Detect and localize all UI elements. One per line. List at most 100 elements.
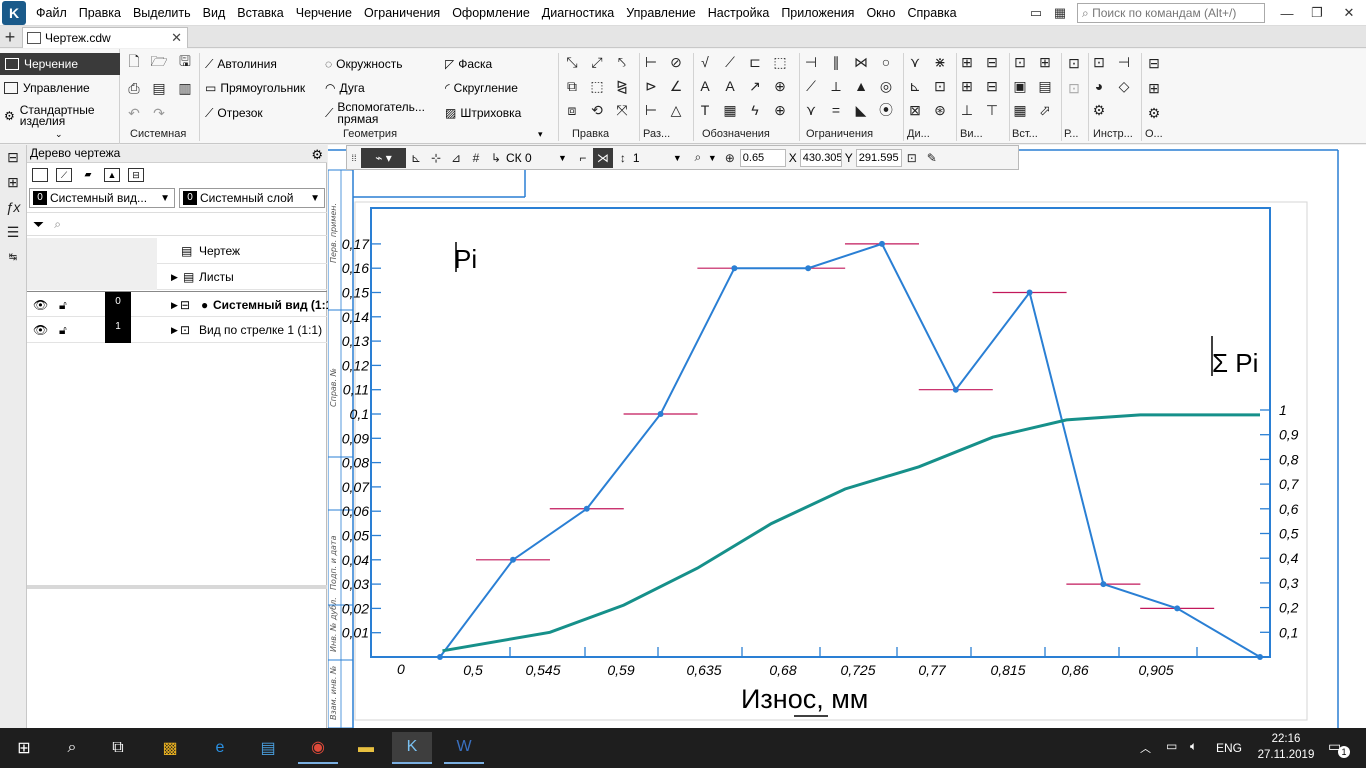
lock-icon[interactable]: 🔓︎: [59, 298, 67, 313]
command-search-input[interactable]: ⌕ Поиск по командам (Alt+/): [1077, 3, 1265, 23]
grid-icon[interactable]: #: [466, 148, 486, 168]
kompas-logo-icon[interactable]: K: [2, 0, 26, 25]
zoom-window-icon[interactable]: ⌕: [688, 148, 708, 168]
insert-fragment-icon[interactable]: ⊡: [1011, 53, 1029, 71]
vertical-constraint-icon[interactable]: ⟋: [802, 77, 820, 95]
scale-icon[interactable]: ⬚: [588, 77, 606, 95]
minimize-icon[interactable]: —: [1276, 3, 1298, 23]
tolerance-icon[interactable]: A: [721, 77, 739, 95]
geometry-dropdown-icon[interactable]: ▾: [538, 129, 543, 140]
angle-dim-icon[interactable]: ∠: [667, 77, 685, 95]
save-icon[interactable]: 🖫: [176, 53, 194, 72]
fix-icon[interactable]: ▲: [852, 77, 870, 95]
lightning-icon[interactable]: ϟ: [746, 101, 764, 119]
rectangle-button[interactable]: ▭ Прямоугольник: [205, 77, 305, 99]
center-mark-icon[interactable]: ⊕: [771, 101, 789, 119]
chevron-down-icon[interactable]: ▼: [558, 153, 567, 163]
perimeter-icon[interactable]: ⊛: [931, 101, 949, 119]
baseline-dim-icon[interactable]: ⊢: [642, 101, 660, 119]
aux-line-button[interactable]: ⟋ Вспомогатель... прямая: [325, 99, 432, 127]
no-icon[interactable]: ⊘: [667, 53, 685, 71]
menu-window[interactable]: Окно: [860, 0, 901, 26]
clock-time[interactable]: 22:16: [1256, 733, 1316, 745]
search-icon[interactable]: ⌕: [54, 217, 61, 232]
close-tab-icon[interactable]: ✕: [171, 30, 182, 46]
eye-icon[interactable]: 👁: [33, 298, 48, 312]
expand-chevron-icon[interactable]: ⌄: [55, 129, 63, 140]
stretch-icon[interactable]: ⤧: [613, 101, 631, 119]
menu-help[interactable]: Справка: [902, 0, 963, 26]
search-icon[interactable]: ⌕: [52, 732, 92, 764]
parameters-panel-icon[interactable]: ↹: [4, 248, 22, 266]
round-icon[interactable]: ⌐: [573, 148, 593, 168]
copy-icon[interactable]: ⧉: [563, 77, 581, 95]
mode-control[interactable]: Управление: [4, 77, 90, 99]
chevron-down-icon[interactable]: ▼: [708, 153, 717, 163]
menu-diagnostics[interactable]: Диагностика: [536, 0, 620, 26]
panel-splitter[interactable]: [27, 585, 327, 589]
axis-icon[interactable]: ⊕: [771, 77, 789, 95]
concentric-icon[interactable]: ◎: [877, 77, 895, 95]
new-doc-icon[interactable]: 🗋: [125, 53, 143, 72]
parallel-icon[interactable]: ∥: [827, 53, 845, 71]
snap-point-icon[interactable]: ⊹: [426, 148, 446, 168]
view-layout-icon[interactable]: ⊟: [983, 53, 1001, 71]
edge-browser-icon[interactable]: e: [200, 732, 240, 764]
y-coordinate-field[interactable]: 291.595: [855, 148, 902, 167]
tree-view-icon[interactable]: [32, 168, 48, 182]
tree-panel-icon[interactable]: ⊟: [4, 148, 22, 166]
linear-dim-icon[interactable]: ⊢: [642, 53, 660, 71]
battery-icon[interactable]: ▭: [1166, 739, 1177, 753]
layer-select[interactable]: 0 Системный слой ▼: [179, 188, 325, 208]
chevron-down-icon[interactable]: ▼: [673, 153, 682, 163]
panel-toggle-icon[interactable]: ▭: [1025, 3, 1047, 23]
fillet-button[interactable]: ◜ Скругление: [445, 77, 518, 99]
lock-icon[interactable]: 🔓︎: [59, 323, 67, 338]
task-view-icon[interactable]: ⧉: [98, 732, 138, 764]
insert-view-icon[interactable]: ⊞: [1036, 53, 1054, 71]
view-select[interactable]: 0 Системный вид... ▼: [29, 188, 175, 208]
symmetry-icon[interactable]: ⋎: [802, 101, 820, 119]
circle-button[interactable]: ◌ Окружность: [325, 53, 402, 75]
rubik-app-icon[interactable]: ▩: [150, 732, 190, 764]
measure-icon[interactable]: ⊾: [906, 77, 924, 95]
equal-icon[interactable]: =: [827, 101, 845, 119]
perpendicular-icon[interactable]: ⟂: [827, 77, 845, 95]
roughness-icon[interactable]: √: [696, 53, 714, 71]
undo-icon[interactable]: ↶: [125, 104, 143, 122]
panel-grid-icon[interactable]: ▦: [1049, 3, 1071, 23]
tree-row-drawing[interactable]: ▤ Чертеж: [27, 238, 327, 264]
expand-arrow-icon[interactable]: ▶: [171, 272, 178, 283]
restore-icon[interactable]: ❐: [1306, 3, 1328, 23]
menu-view[interactable]: Вид: [197, 0, 232, 26]
language-indicator[interactable]: ENG: [1216, 741, 1242, 755]
menu-apps[interactable]: Приложения: [775, 0, 860, 26]
insert-image-icon[interactable]: ▣: [1011, 77, 1029, 95]
new-tab-plus-icon[interactable]: +: [0, 26, 20, 48]
tree-row-arrow-view[interactable]: 👁 🔓︎ 1 ▶ ⊡ Вид по стрелке 1 (1:1): [27, 317, 327, 343]
menu-settings[interactable]: Настройка: [702, 0, 776, 26]
mirror-icon[interactable]: ⧎: [613, 77, 631, 95]
position-icon[interactable]: A: [696, 77, 714, 95]
mass-icon[interactable]: ⊡: [931, 77, 949, 95]
break-icon[interactable]: ⤣: [613, 53, 631, 71]
coordinate-system-value[interactable]: СК 0: [506, 151, 558, 165]
stamp-icon[interactable]: ⬚: [771, 53, 789, 71]
autoline-button[interactable]: ⟋ Автолиния: [205, 53, 277, 75]
leader-icon[interactable]: ⟋: [721, 53, 739, 71]
shape-icon[interactable]: ◇: [1115, 77, 1133, 95]
detail-view-icon[interactable]: ⊥: [958, 101, 976, 119]
arc-button[interactable]: ◠ Дуга: [325, 77, 365, 99]
zoom-field[interactable]: 0.65: [739, 148, 786, 167]
diag-icon[interactable]: ⋇: [931, 53, 949, 71]
tree-row-sheets[interactable]: ▶ ▤ Листы: [27, 264, 327, 290]
local-snap-icon[interactable]: ⊿: [446, 148, 466, 168]
expand-arrow-icon[interactable]: ▶: [171, 325, 178, 336]
radial-dim-icon[interactable]: ⊳: [642, 77, 660, 95]
rotate-icon[interactable]: ⟲: [588, 101, 606, 119]
drawing-canvas[interactable]: Перв. примен. Справ. № Подп. и дата Инв.…: [328, 145, 1366, 728]
auto-dim-icon[interactable]: △: [667, 101, 685, 119]
store-app-icon[interactable]: ▤: [248, 732, 288, 764]
eye-icon[interactable]: 👁: [33, 323, 48, 337]
properties-icon[interactable]: ▤: [150, 79, 168, 97]
